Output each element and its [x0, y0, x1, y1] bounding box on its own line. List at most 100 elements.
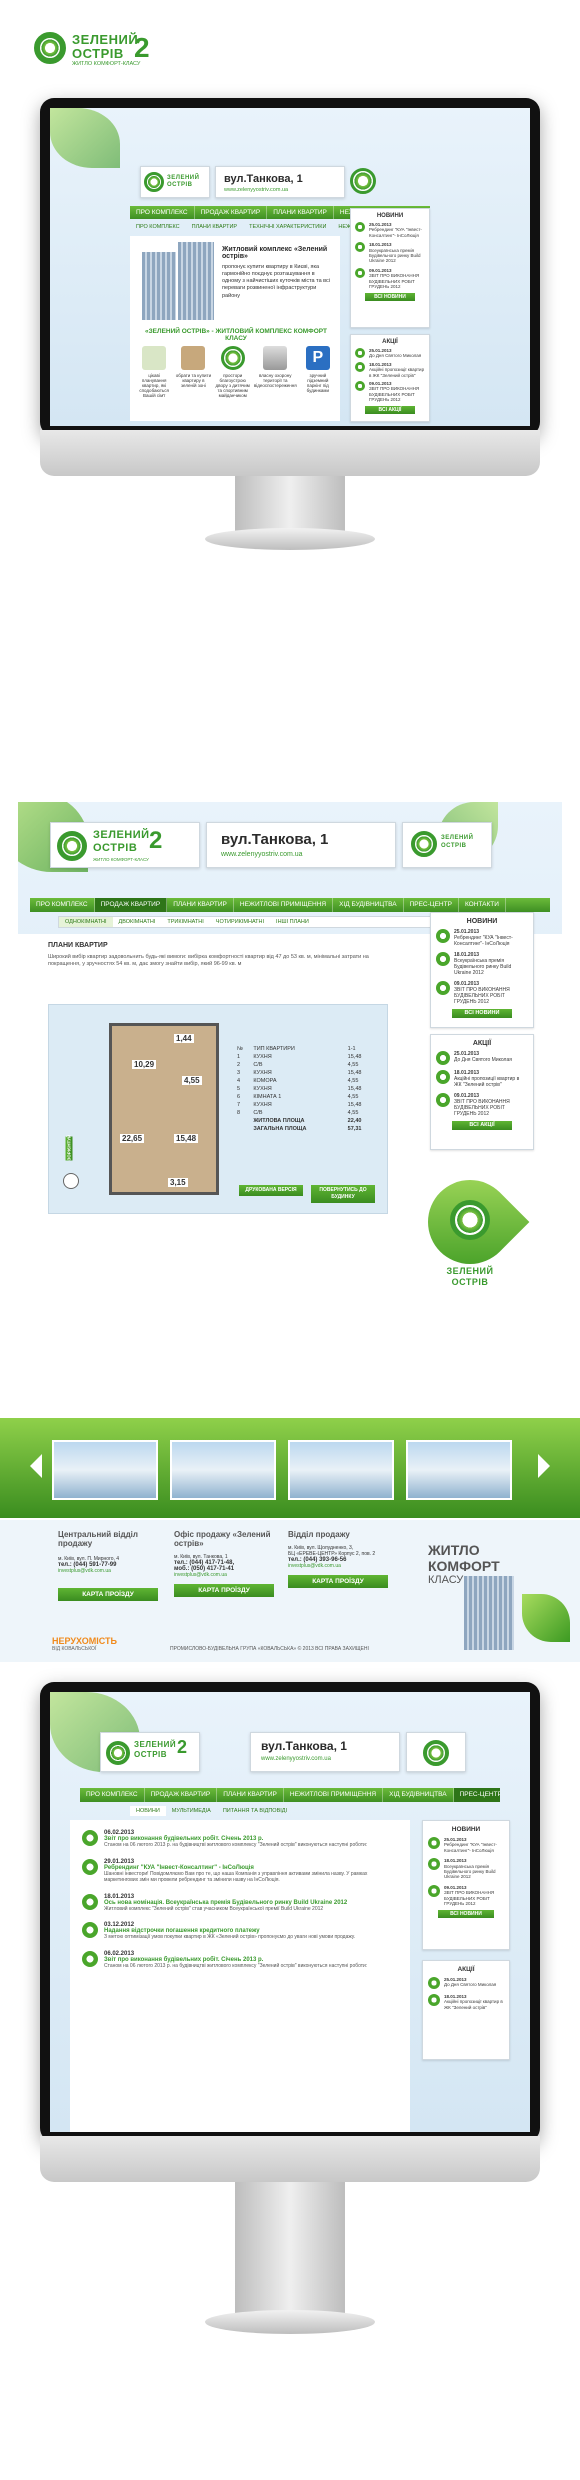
compass-icon[interactable]: [63, 1173, 79, 1189]
logo-numeral: 2: [134, 32, 151, 63]
nav-item[interactable]: КОНТАКТИ: [459, 898, 506, 912]
gallery-photo[interactable]: [170, 1440, 276, 1500]
news-bullet-icon: [355, 242, 365, 253]
nav-item-active[interactable]: ПРЕС-ЦЕНТР: [453, 1788, 500, 1802]
subnav-item[interactable]: МУЛЬТИМЕДІА: [166, 1806, 217, 1816]
header-url[interactable]: www.zelenyyostriv.com.ua: [261, 1756, 331, 1762]
header-mini-logo-box-3: [406, 1732, 466, 1772]
news-panel-2: НОВИНИ 25.01.2013 Ребрендинг "КУА "Інвест…: [430, 912, 534, 1028]
all-promos-button[interactable]: ВСІ АКЦІЇ: [365, 405, 415, 414]
header-logo-icon: [144, 172, 164, 192]
header-address-box: вул.Танкова, 1 www.zelenyyostriv.com.ua: [215, 166, 345, 198]
subnav-item[interactable]: ДВОКІМНАТНІ: [113, 917, 162, 927]
all-promos-button[interactable]: ВСІ АКЦІЇ: [452, 1121, 512, 1130]
article-item[interactable]: 03.12.2012 Надання відстрочки погашення …: [82, 1922, 398, 1941]
header-mini-logo-icon: [423, 1740, 449, 1766]
screen-3: ЗЕЛЕНИЙ ОСТРІВ 2 вул.Танкова, 1 www.zele…: [50, 1692, 530, 2132]
promo-item[interactable]: 25.01.2013 До Дня Святого Миколая: [436, 1051, 528, 1065]
news-item[interactable]: 09.01.2013 ЗВІТ ПРО ВИКОНАННЯ БУДІВЕЛЬНИХ…: [436, 981, 528, 1005]
feature-text: власну охорону території та відеоспостер…: [253, 373, 297, 388]
map-button[interactable]: КАРТА ПРОЇЗДУ: [58, 1588, 158, 1601]
news-item[interactable]: 25.01.2013 Ребрендинг "КУА "Інвест-Консал…: [355, 222, 425, 238]
article-item[interactable]: 18.01.2013 Ось нова номінація. Всеукраїн…: [82, 1893, 398, 1913]
news-item[interactable]: 25.01.2013 Ребрендинг "КУА "Інвест-Консал…: [436, 929, 528, 947]
gallery-prev-arrow-icon[interactable]: [30, 1454, 42, 1478]
office-line[interactable]: investplus@vdk.com.ua: [288, 1563, 406, 1569]
feature-text: обрати та купити квартиру в зеленій зоні: [175, 373, 212, 388]
header-url[interactable]: www.zelenyyostriv.com.ua: [224, 187, 288, 193]
promo-bullet-icon: [355, 361, 365, 372]
news-bullet-icon: [436, 981, 450, 995]
news-item[interactable]: 25.01.2013 Ребрендинг "КУА "Інвест-Консал…: [428, 1837, 504, 1853]
nav-item[interactable]: ПЛАНИ КВАРТИР: [267, 206, 334, 219]
header-url[interactable]: www.zelenyyostriv.com.ua: [221, 851, 303, 858]
subnav-item[interactable]: ТРИКІМНАТНІ: [161, 917, 209, 927]
promo-item[interactable]: 09.01.2013 ЗВІТ ПРО ВИКОНАННЯ БУДІВЕЛЬНИХ…: [436, 1093, 528, 1117]
promo-panel-title: АКЦІЇ: [457, 1966, 475, 1973]
monitor-1-bezel: ЗЕЛЕНИЙ ОСТРІВ вул.Танкова, 1 www.zeleny…: [40, 98, 540, 436]
room-label: 10,29: [132, 1060, 157, 1069]
room-label: 3,15: [168, 1178, 188, 1187]
office-line[interactable]: investplus@vdk.com.ua: [58, 1568, 168, 1574]
promo-item[interactable]: 18.01.2013 Акційні пропозиції квартир в Ж…: [355, 361, 425, 378]
promo-item[interactable]: 25.01.2013 До Дня Святого Миколая: [428, 1977, 504, 1989]
promo-item[interactable]: 25.01.2013 До Дня Святого Миколая: [355, 348, 425, 359]
gallery-photo[interactable]: [52, 1440, 158, 1500]
news-item[interactable]: 18.01.2013 Всеукраїнська премія Будівельн…: [436, 952, 528, 976]
nav-item[interactable]: ПЛАНИ КВАРТИР: [217, 1788, 284, 1802]
subnav-item-active[interactable]: НОВИНИ: [130, 1806, 166, 1816]
subnav-item[interactable]: ІНШІ ПЛАНИ: [270, 917, 315, 927]
nav-item[interactable]: ПРО КОМПЛЕКС: [30, 898, 95, 912]
gallery-photo[interactable]: [288, 1440, 394, 1500]
map-button[interactable]: КАРТА ПРОЇЗДУ: [288, 1575, 388, 1588]
nav-item[interactable]: ПРОДАЖ КВАРТИР: [195, 206, 268, 219]
office-line[interactable]: investplus@vdk.com.ua: [174, 1572, 284, 1578]
monitor-3-stand: [235, 2182, 345, 2322]
subnav-item[interactable]: ПРО КОМПЛЕКС: [130, 222, 186, 232]
article-item[interactable]: 06.02.2013 Звіт про виконання будівельни…: [82, 1950, 398, 1970]
article-item[interactable]: 06.02.2013 Звіт про виконання будівельни…: [82, 1830, 398, 1849]
article-text: З метою оптимізації умов покупки квартир…: [104, 1934, 356, 1940]
back-to-building-button[interactable]: ПОВЕРНУТИСЬ ДО БУДИНКУ: [311, 1185, 375, 1203]
nav-item[interactable]: НЕЖИТЛОВІ ПРИМІЩЕННЯ: [234, 898, 334, 912]
nav-item[interactable]: ХІД БУДІВНИЦТВА: [383, 1788, 454, 1802]
article-item[interactable]: 29.01.2013 Ребрендинг "КУА "Інвест-Конса…: [82, 1858, 398, 1884]
nav-item[interactable]: ПРО КОМПЛЕКС: [80, 1788, 145, 1802]
promo-item[interactable]: 09.01.2013 ЗВІТ ПРО ВИКОНАННЯ БУДІВЕЛЬНИХ…: [355, 380, 425, 403]
nav-item[interactable]: ПЛАНИ КВАРТИР: [167, 898, 234, 912]
news-item[interactable]: 09.01.2013 ЗВІТ ПРО ВИКОНАННЯ БУДІВЕЛЬНИХ…: [428, 1884, 504, 1907]
subnav-item[interactable]: ПЛАНИ КВАРТИР: [186, 222, 243, 232]
camera-icon: [263, 346, 288, 370]
header-logo-name2: ОСТРІВ: [167, 182, 193, 188]
nav-item[interactable]: ПРЕС-ЦЕНТР: [404, 898, 459, 912]
subnav-item[interactable]: ПИТАННЯ ТА ВІДПОВІДІ: [217, 1806, 293, 1816]
orientation-button[interactable]: ЗОРІЄНТУЙ: [65, 1135, 73, 1161]
monitor-3-foot: [205, 2310, 375, 2334]
nav-item[interactable]: НЕЖИТЛОВІ ПРИМІЩЕННЯ: [284, 1788, 384, 1802]
feature-icon: [181, 346, 206, 370]
all-news-button[interactable]: ВСІ НОВИНИ: [365, 293, 415, 302]
news-item[interactable]: 18.01.2013 Всеукраїнська премія Будівельн…: [355, 242, 425, 264]
building-image: [142, 252, 176, 320]
print-version-button[interactable]: ДРУКОВАНА ВЕРСІЯ: [239, 1185, 303, 1196]
subnav-item[interactable]: ТЕХНІЧНІ ХАРАКТЕРИСТИКИ: [243, 222, 332, 232]
all-news-button[interactable]: ВСІ НОВИНИ: [438, 1910, 494, 1919]
copyright: ПРОМИСЛОВО-БУДІВЕЛЬНА ГРУПА «КОВАЛЬСЬКА»…: [170, 1646, 369, 1652]
gallery-next-arrow-icon[interactable]: [538, 1454, 550, 1478]
promo-item[interactable]: 18.01.2013 Акційні пропозиції квартир в Ж…: [428, 1994, 504, 2010]
subnav-item[interactable]: ЧОТИРИКІМНАТНІ: [210, 917, 270, 927]
room-label: 4,55: [182, 1076, 202, 1085]
header-mini-logo-name2: ОСТРІВ: [441, 843, 467, 849]
map-button[interactable]: КАРТА ПРОЇЗДУ: [174, 1584, 274, 1597]
partner-logo[interactable]: НЕРУХОМІСТЬ ВІД КОВАЛЬСЬКОЇ: [52, 1636, 162, 1652]
news-item[interactable]: 09.01.2013 ЗВІТ ПРО ВИКОНАННЯ БУДІВЕЛЬНИХ…: [355, 267, 425, 290]
nav-item[interactable]: ХІД БУДІВНИЦТВА: [333, 898, 404, 912]
gallery-photo[interactable]: [406, 1440, 512, 1500]
news-item[interactable]: 18.01.2013 Всеукраїнська премія Будівельн…: [428, 1858, 504, 1880]
nav-item[interactable]: ПРОДАЖ КВАРТИР: [145, 1788, 218, 1802]
promo-item[interactable]: 18.01.2013 Акційні пропозиції квартир в Ж…: [436, 1070, 528, 1088]
subnav-item-active[interactable]: ОДНОКІМНАТНІ: [59, 917, 113, 927]
all-news-button[interactable]: ВСІ НОВИНИ: [452, 1009, 512, 1018]
nav-item[interactable]: ПРО КОМПЛЕКС: [130, 206, 195, 219]
nav-item-active[interactable]: ПРОДАЖ КВАРТИР: [94, 898, 168, 912]
